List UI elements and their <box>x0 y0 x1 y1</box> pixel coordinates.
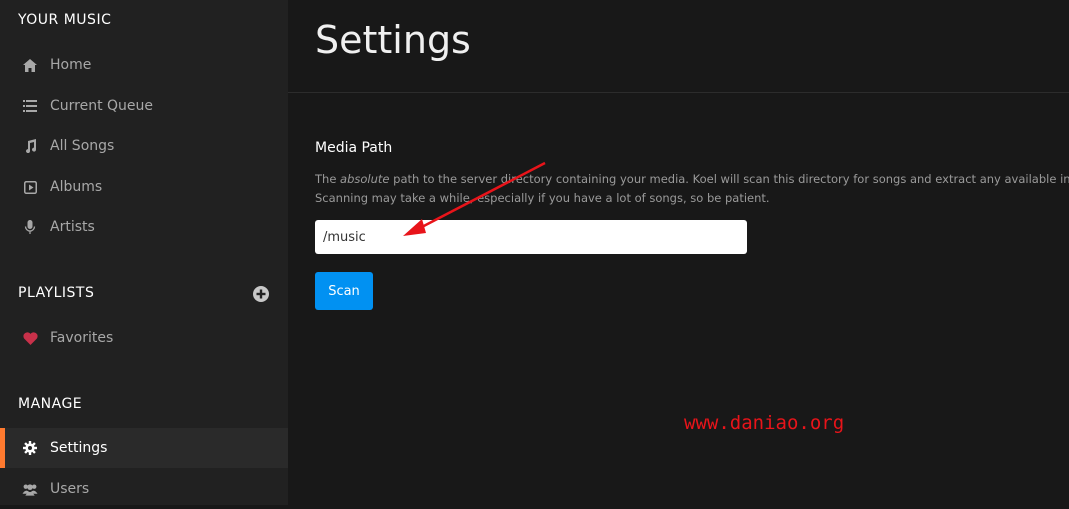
help-prefix: The <box>315 172 340 186</box>
album-icon <box>22 179 38 195</box>
sidebar-item-label: Settings <box>50 440 107 456</box>
watermark-text: www.daniao.org <box>684 412 844 434</box>
main-content: Settings Media Path The absolute path to… <box>288 0 1069 505</box>
sidebar-item-users[interactable]: Users <box>0 469 288 509</box>
page-header: Settings <box>288 0 1069 93</box>
queue-icon <box>22 98 38 114</box>
media-path-input[interactable] <box>315 220 747 254</box>
sidebar-item-label: Artists <box>50 219 95 235</box>
sidebar-item-artists[interactable]: Artists <box>0 207 288 247</box>
sidebar-item-current-queue[interactable]: Current Queue <box>0 86 288 126</box>
manage-heading: MANAGE <box>18 396 82 412</box>
home-icon <box>22 57 38 73</box>
sidebar-item-home[interactable]: Home <box>0 45 288 85</box>
sidebar-item-label: All Songs <box>50 138 114 154</box>
playlists-heading: PLAYLISTS <box>18 285 94 301</box>
scan-button[interactable]: Scan <box>315 272 373 310</box>
sidebar-item-label: Users <box>50 481 89 497</box>
music-note-icon <box>22 138 38 154</box>
sidebar-item-favorites[interactable]: Favorites <box>0 318 288 358</box>
your-music-heading: YOUR MUSIC <box>18 12 111 28</box>
media-path-help-text: The absolute path to the server director… <box>315 170 1069 208</box>
heart-icon <box>22 330 38 346</box>
add-playlist-icon[interactable] <box>253 286 269 302</box>
sidebar-item-albums[interactable]: Albums <box>0 167 288 207</box>
users-icon <box>22 481 38 497</box>
microphone-icon <box>22 219 38 235</box>
sidebar-item-label: Favorites <box>50 330 113 346</box>
help-line-2: Scanning may take a while, especially if… <box>315 189 1069 208</box>
sidebar-item-label: Albums <box>50 179 102 195</box>
help-line-1-rest: path to the server directory containing … <box>390 172 1069 186</box>
sidebar-item-label: Home <box>50 57 91 73</box>
sidebar: YOUR MUSIC Home Current Queue All Songs … <box>0 0 288 505</box>
sidebar-item-label: Current Queue <box>50 98 153 114</box>
help-line-1: The absolute path to the server director… <box>315 170 1069 189</box>
help-emphasis: absolute <box>340 172 389 186</box>
gear-icon <box>22 440 38 456</box>
page-title: Settings <box>315 18 471 62</box>
sidebar-item-settings[interactable]: Settings <box>0 428 288 468</box>
sidebar-item-all-songs[interactable]: All Songs <box>0 126 288 166</box>
media-path-label: Media Path <box>315 140 392 156</box>
